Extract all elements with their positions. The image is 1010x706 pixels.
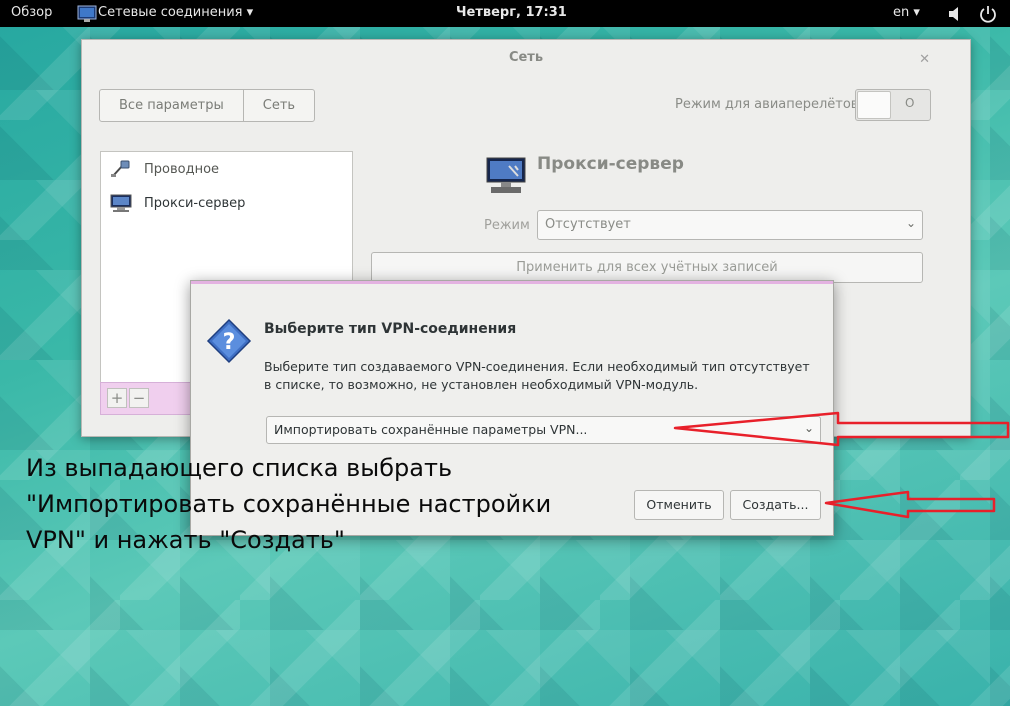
dialog-description: Выберите тип создаваемого VPN-соединения… [264, 358, 824, 394]
proxy-mode-label: Режим [484, 218, 530, 233]
network-connections-app-icon [77, 5, 97, 22]
all-settings-button[interactable]: Все параметры [100, 90, 243, 121]
remove-connection-button[interactable]: − [129, 388, 149, 408]
sidebar-item-label: Прокси-сервер [144, 195, 246, 211]
proxy-mode-select[interactable]: Отсутствует ⌄ [537, 210, 923, 240]
airplane-mode-label: Режим для авиаперелётов [675, 97, 859, 112]
language-selector[interactable]: en ▾ [893, 5, 920, 20]
network-button[interactable]: Сеть [242, 90, 314, 121]
app-menu[interactable]: Сетевые соединения ▾ [98, 5, 253, 20]
sidebar-item-proxy[interactable]: Прокси-сервер [109, 192, 245, 214]
breadcrumb: Все параметры Сеть [99, 89, 316, 122]
power-icon[interactable] [979, 5, 997, 27]
dialog-highlight [191, 281, 833, 284]
dialog-title: Выберите тип VPN-соединения [264, 321, 517, 337]
vpn-type-value: Импортировать сохранённые параметры VPN.… [274, 422, 588, 437]
chevron-down-icon: ⌄ [905, 216, 916, 230]
dialog-text-line: Выберите тип создаваемого VPN-соединения… [264, 359, 810, 374]
activities-button[interactable]: Обзор [11, 5, 52, 20]
arrow-to-create-button [824, 490, 996, 519]
proxy-server-icon [110, 194, 132, 212]
clock[interactable]: Четверг, 17:31 [456, 5, 567, 20]
sidebar-item-wired[interactable]: Проводное [109, 158, 219, 180]
instruction-annotation: Из выпадающего списка выбрать "Импортиро… [26, 450, 551, 558]
toggle-state: O [905, 96, 915, 110]
proxy-mode-value: Отсутствует [545, 217, 631, 232]
add-connection-button[interactable]: + [107, 388, 127, 408]
apply-all-accounts-button[interactable]: Применить для всех учётных записей [371, 252, 923, 283]
create-button[interactable]: Создать... [730, 490, 821, 520]
window-title: Сеть [508, 50, 544, 65]
airplane-mode-toggle[interactable]: O [855, 89, 931, 121]
chevron-down-icon: ⌄ [803, 421, 814, 435]
annotation-line: "Импортировать сохранённые настройки [26, 490, 552, 518]
annotation-line: Из выпадающего списка выбрать [26, 454, 453, 482]
proxy-server-icon [486, 157, 526, 193]
vpn-type-select[interactable]: Импортировать сохранённые параметры VPN.… [266, 416, 821, 444]
close-icon[interactable]: ✕ [919, 52, 930, 67]
annotation-line: VPN" и нажать "Создать" [26, 526, 345, 554]
cancel-button[interactable]: Отменить [634, 490, 724, 520]
volume-icon[interactable] [948, 5, 962, 27]
sidebar-item-label: Проводное [144, 161, 220, 177]
question-icon: ? [206, 318, 252, 364]
toggle-knob[interactable] [857, 91, 891, 119]
top-bar: Обзор Сетевые соединения ▾ Четверг, 17:3… [0, 0, 1010, 27]
wired-network-icon [111, 160, 130, 177]
svg-text:?: ? [223, 330, 236, 355]
proxy-panel-title: Прокси-сервер [537, 154, 684, 174]
dialog-text-line: в списке, то возможно, не установлен нео… [264, 377, 699, 392]
